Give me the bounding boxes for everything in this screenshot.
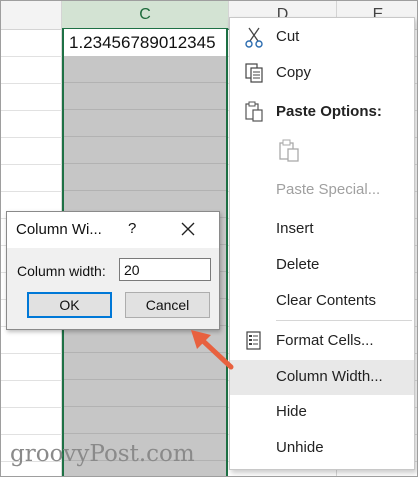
menu-item-label: Delete: [276, 256, 320, 273]
menu-item-copy[interactable]: Copy: [230, 56, 414, 90]
dialog-titlebar[interactable]: Column Wi... ?: [7, 212, 219, 248]
copy-icon: [244, 62, 264, 84]
paste-icon: [244, 101, 264, 123]
context-menu: Cut Copy Paste Options: Paste Special...…: [229, 17, 415, 470]
column-width-dialog: Column Wi... ? Column width: 20 OK Cance…: [6, 211, 220, 330]
menu-item-label: Hide: [276, 403, 307, 420]
menu-item-delete[interactable]: Delete: [230, 248, 414, 282]
dialog-title: Column Wi...: [16, 221, 102, 238]
menu-item-label: Insert: [276, 220, 314, 237]
column-header-C[interactable]: C: [62, 1, 229, 30]
column-width-label: Column width:: [17, 263, 106, 279]
menu-item-unhide[interactable]: Unhide: [230, 431, 414, 465]
help-button[interactable]: ?: [128, 220, 136, 237]
menu-item-label: Paste Options:: [276, 103, 382, 120]
menu-item-label: Clear Contents: [276, 292, 377, 309]
menu-item-paste-special: Paste Special...: [230, 173, 414, 207]
menu-item-label: Paste Special...: [276, 181, 381, 198]
paste-button[interactable]: [230, 131, 414, 171]
annotation-arrow-icon: [191, 330, 234, 370]
column-width-field[interactable]: 20: [119, 258, 211, 281]
scissors-icon: [244, 26, 264, 48]
menu-item-paste-options: Paste Options:: [230, 95, 414, 129]
menu-item-label: Column Width...: [276, 368, 383, 385]
watermark: groovyPost.com: [10, 441, 195, 467]
paste-icon: [278, 139, 299, 162]
menu-item-clear-contents[interactable]: Clear Contents: [230, 284, 414, 318]
menu-item-format-cells[interactable]: Format Cells...: [230, 324, 414, 358]
ok-button[interactable]: OK: [27, 292, 112, 318]
excel-window: C D E 1.23456789012345 Cut Copy Paste Op…: [0, 0, 418, 477]
menu-item-hide[interactable]: Hide: [230, 395, 414, 429]
format-cells-icon: [244, 330, 264, 352]
menu-separator: [276, 320, 412, 321]
menu-item-column-width[interactable]: Column Width...: [230, 360, 414, 395]
menu-item-cut[interactable]: Cut: [230, 20, 414, 54]
menu-item-label: Unhide: [276, 439, 324, 456]
cancel-button[interactable]: Cancel: [125, 292, 210, 318]
menu-item-label: Cut: [276, 28, 300, 45]
close-icon[interactable]: [179, 220, 197, 238]
menu-item-insert[interactable]: Insert: [230, 212, 414, 246]
menu-item-label: Format Cells...: [276, 332, 374, 349]
menu-item-label: Copy: [276, 64, 312, 81]
active-cell-c1[interactable]: 1.23456789012345: [64, 29, 226, 56]
column-header-B[interactable]: [1, 1, 62, 29]
